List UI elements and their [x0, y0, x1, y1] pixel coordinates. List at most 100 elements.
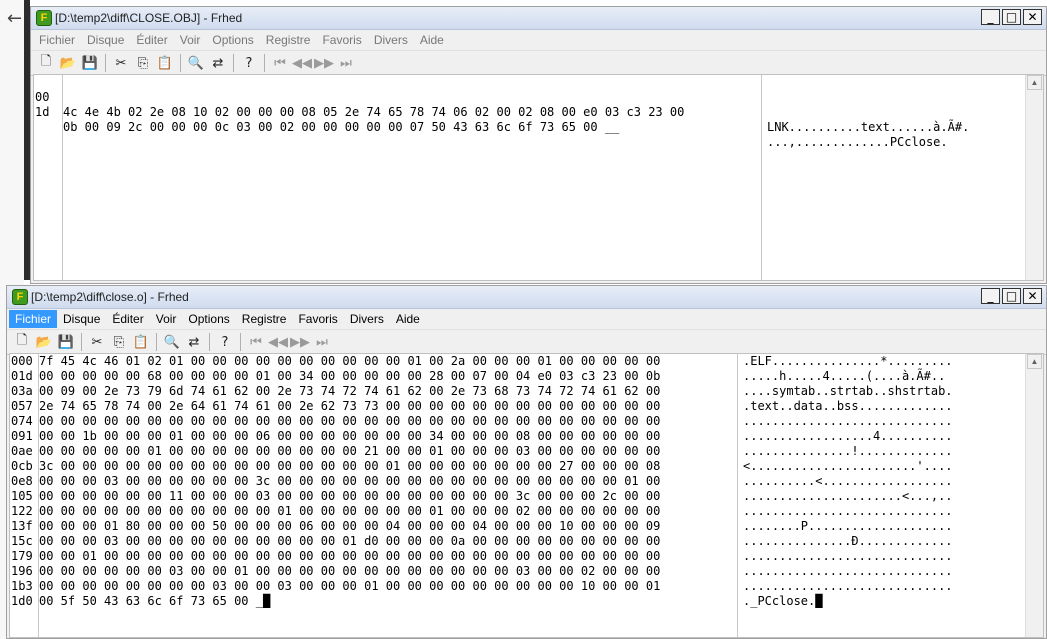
new-file-icon[interactable]: 🗋: [11, 332, 33, 352]
scroll-up-icon[interactable]: ▲: [1027, 75, 1042, 90]
close-button[interactable]: ✕: [1023, 9, 1042, 25]
save-icon[interactable]: 💾: [79, 53, 101, 73]
row-hex-bytes[interactable]: 00 00 00 03 00 00 00 00 00 00 3c 00 00 0…: [39, 474, 660, 489]
hex-row[interactable]: 00 4c 4e 4b 02 2e 08 10 02 00 00 00 08 0…: [34, 75, 1025, 134]
help-icon[interactable]: ?: [214, 332, 236, 352]
menu-voir[interactable]: Voir: [174, 31, 207, 49]
row-ascii[interactable]: ........P....................: [743, 519, 953, 534]
menu-editer[interactable]: Éditer: [130, 31, 173, 49]
scroll-up-icon[interactable]: ▲: [1027, 354, 1042, 369]
hex-row[interactable]: 1d0 00 5f 50 43 63 6c 6f 73 65 00 _█ ._PCc…: [10, 594, 1025, 609]
next-icon[interactable]: ▶▶: [313, 53, 335, 73]
titlebar[interactable]: F [D:\temp2\diff\CLOSE.OBJ] - Frhed _ □ …: [31, 7, 1046, 30]
copy-icon[interactable]: ⎘: [132, 53, 154, 73]
open-folder-icon[interactable]: 📂: [57, 53, 79, 73]
menu-divers[interactable]: Divers: [344, 310, 390, 328]
hex-row[interactable]: 122 00 00 00 00 00 00 00 00 00 00 00 01 0…: [10, 504, 1025, 519]
row-ascii[interactable]: .............................: [743, 564, 953, 579]
row-ascii[interactable]: .ELF...............*.........: [743, 354, 953, 369]
row-ascii[interactable]: .....h.....4.....(....à.Ã#..: [743, 369, 945, 384]
paste-icon[interactable]: 📋: [154, 53, 176, 73]
find-icon[interactable]: 🔍: [185, 53, 207, 73]
titlebar[interactable]: F [D:\temp2\diff\close.o] - Frhed _ □ ✕: [7, 286, 1046, 309]
hex-view[interactable]: 00 4c 4e 4b 02 2e 08 10 02 00 00 00 08 0…: [33, 74, 1044, 281]
menu-fichier[interactable]: Fichier: [9, 310, 58, 328]
row-hex-bytes[interactable]: 4c 4e 4b 02 2e 08 10 02 00 00 00 08 05 2…: [63, 105, 684, 120]
row-ascii[interactable]: ..........<..................: [743, 474, 953, 489]
row-hex-bytes[interactable]: 3c 00 00 00 00 00 00 00 00 00 00 00 00 0…: [39, 459, 660, 474]
row-hex-bytes[interactable]: 2e 74 65 78 74 00 2e 64 61 74 61 00 2e 6…: [39, 399, 660, 414]
last-icon[interactable]: ⏭: [311, 332, 333, 352]
maximize-button[interactable]: □: [1002, 288, 1021, 304]
row-hex-bytes[interactable]: 00 00 00 00 00 00 11 00 00 00 03 00 00 0…: [39, 489, 660, 504]
new-file-icon[interactable]: 🗋: [35, 53, 57, 73]
menu-voir[interactable]: Voir: [150, 310, 183, 328]
row-ascii[interactable]: ......................<...,..: [743, 489, 953, 504]
row-ascii[interactable]: ...............!.............: [743, 444, 953, 459]
find-icon[interactable]: 🔍: [161, 332, 183, 352]
row-hex-bytes[interactable]: 0b 00 09 2c 00 00 00 0c 03 00 02 00 00 0…: [63, 120, 619, 135]
row-hex-bytes[interactable]: 00 00 00 00 00 68 00 00 00 00 01 00 34 0…: [39, 369, 660, 384]
vertical-scrollbar[interactable]: ▲: [1025, 354, 1043, 637]
vertical-scrollbar[interactable]: ▲: [1025, 75, 1043, 280]
previous-icon[interactable]: ◀◀: [267, 332, 289, 352]
row-hex-bytes[interactable]: 00 09 00 2e 73 79 6d 74 61 62 00 2e 73 7…: [39, 384, 660, 399]
save-icon[interactable]: 💾: [55, 332, 77, 352]
back-arrow-icon[interactable]: ←: [7, 8, 22, 29]
menu-registre[interactable]: Registre: [260, 31, 317, 49]
hex-view[interactable]: 000 7f 45 4c 46 01 02 01 00 00 00 00 00 0…: [9, 353, 1044, 638]
row-ascii[interactable]: .............................: [743, 549, 953, 564]
row-hex-bytes[interactable]: 00 00 00 00 00 00 00 00 00 00 00 01 00 0…: [39, 504, 660, 519]
first-icon[interactable]: ⏮: [269, 53, 291, 73]
row-hex-bytes[interactable]: 7f 45 4c 46 01 02 01 00 00 00 00 00 00 0…: [39, 354, 660, 369]
hex-row[interactable]: 0e8 00 00 00 03 00 00 00 00 00 00 3c 00 0…: [10, 474, 1025, 489]
row-hex-bytes[interactable]: 00 00 00 03 00 00 00 00 00 00 00 00 00 0…: [39, 534, 660, 549]
hex-row[interactable]: 13f 00 00 00 01 80 00 00 00 50 00 00 00 0…: [10, 519, 1025, 534]
row-ascii[interactable]: .............................: [743, 414, 953, 429]
row-hex-bytes[interactable]: 00 5f 50 43 63 6c 6f 73 65 00 _█: [39, 594, 270, 609]
next-icon[interactable]: ▶▶: [289, 332, 311, 352]
hex-row[interactable]: 03a 00 09 00 2e 73 79 6d 74 61 62 00 2e 7…: [10, 384, 1025, 399]
menu-editer[interactable]: Éditer: [106, 310, 149, 328]
replace-icon[interactable]: ⇄: [207, 53, 229, 73]
menu-options[interactable]: Options: [206, 31, 259, 49]
hex-row[interactable]: 196 00 00 00 00 00 00 03 00 00 01 00 00 0…: [10, 564, 1025, 579]
row-hex-bytes[interactable]: 00 00 01 00 00 00 00 00 00 00 00 00 00 0…: [39, 549, 660, 564]
hex-row[interactable]: 1b3 00 00 00 00 00 00 00 00 03 00 00 03 0…: [10, 579, 1025, 594]
hex-grid[interactable]: 00 4c 4e 4b 02 2e 08 10 02 00 00 00 08 0…: [34, 75, 1025, 280]
row-hex-bytes[interactable]: 00 00 1b 00 00 00 01 00 00 00 06 00 00 0…: [39, 429, 660, 444]
close-button[interactable]: ✕: [1023, 288, 1042, 304]
row-hex-bytes[interactable]: 00 00 00 01 80 00 00 00 50 00 00 00 06 0…: [39, 519, 660, 534]
row-ascii[interactable]: .............................: [743, 504, 953, 519]
row-ascii[interactable]: <.......................'....: [743, 459, 953, 474]
maximize-button[interactable]: □: [1002, 9, 1021, 25]
menu-fichier[interactable]: Fichier: [33, 31, 81, 49]
menu-divers[interactable]: Divers: [368, 31, 414, 49]
menu-aide[interactable]: Aide: [390, 310, 426, 328]
last-icon[interactable]: ⏭: [335, 53, 357, 73]
row-ascii[interactable]: LNK..........text......à.Ã#.: [767, 120, 969, 135]
previous-icon[interactable]: ◀◀: [291, 53, 313, 73]
minimize-button[interactable]: _: [981, 9, 1000, 25]
row-ascii[interactable]: ....symtab..strtab..shstrtab.: [743, 384, 953, 399]
hex-row[interactable]: 0cb 3c 00 00 00 00 00 00 00 00 00 00 00 0…: [10, 459, 1025, 474]
row-ascii[interactable]: ...,.............PCclose.: [767, 135, 948, 150]
hex-row[interactable]: 01d 00 00 00 00 00 68 00 00 00 00 01 00 3…: [10, 369, 1025, 384]
hex-row[interactable]: 0ae 00 00 00 00 00 01 00 00 00 00 00 00 0…: [10, 444, 1025, 459]
hex-row[interactable]: 105 00 00 00 00 00 00 11 00 00 00 03 00 0…: [10, 489, 1025, 504]
menu-disque[interactable]: Disque: [57, 310, 106, 328]
cut-icon[interactable]: ✂: [86, 332, 108, 352]
menu-favoris[interactable]: Favoris: [292, 310, 343, 328]
help-icon[interactable]: ?: [238, 53, 260, 73]
menu-aide[interactable]: Aide: [414, 31, 450, 49]
row-ascii[interactable]: ._PCclose.█: [743, 594, 822, 609]
menu-options[interactable]: Options: [182, 310, 235, 328]
hex-row[interactable]: 057 2e 74 65 78 74 00 2e 64 61 74 61 00 2…: [10, 399, 1025, 414]
row-hex-bytes[interactable]: 00 00 00 00 00 00 00 00 03 00 00 03 00 0…: [39, 579, 660, 594]
hex-row[interactable]: 074 00 00 00 00 00 00 00 00 00 00 00 00 0…: [10, 414, 1025, 429]
row-ascii[interactable]: .text..data..bss.............: [743, 399, 953, 414]
row-ascii[interactable]: ...............Ð.............: [743, 534, 953, 549]
first-icon[interactable]: ⏮: [245, 332, 267, 352]
row-hex-bytes[interactable]: 00 00 00 00 00 00 00 00 00 00 00 00 00 0…: [39, 414, 660, 429]
row-hex-bytes[interactable]: 00 00 00 00 00 01 00 00 00 00 00 00 00 0…: [39, 444, 660, 459]
